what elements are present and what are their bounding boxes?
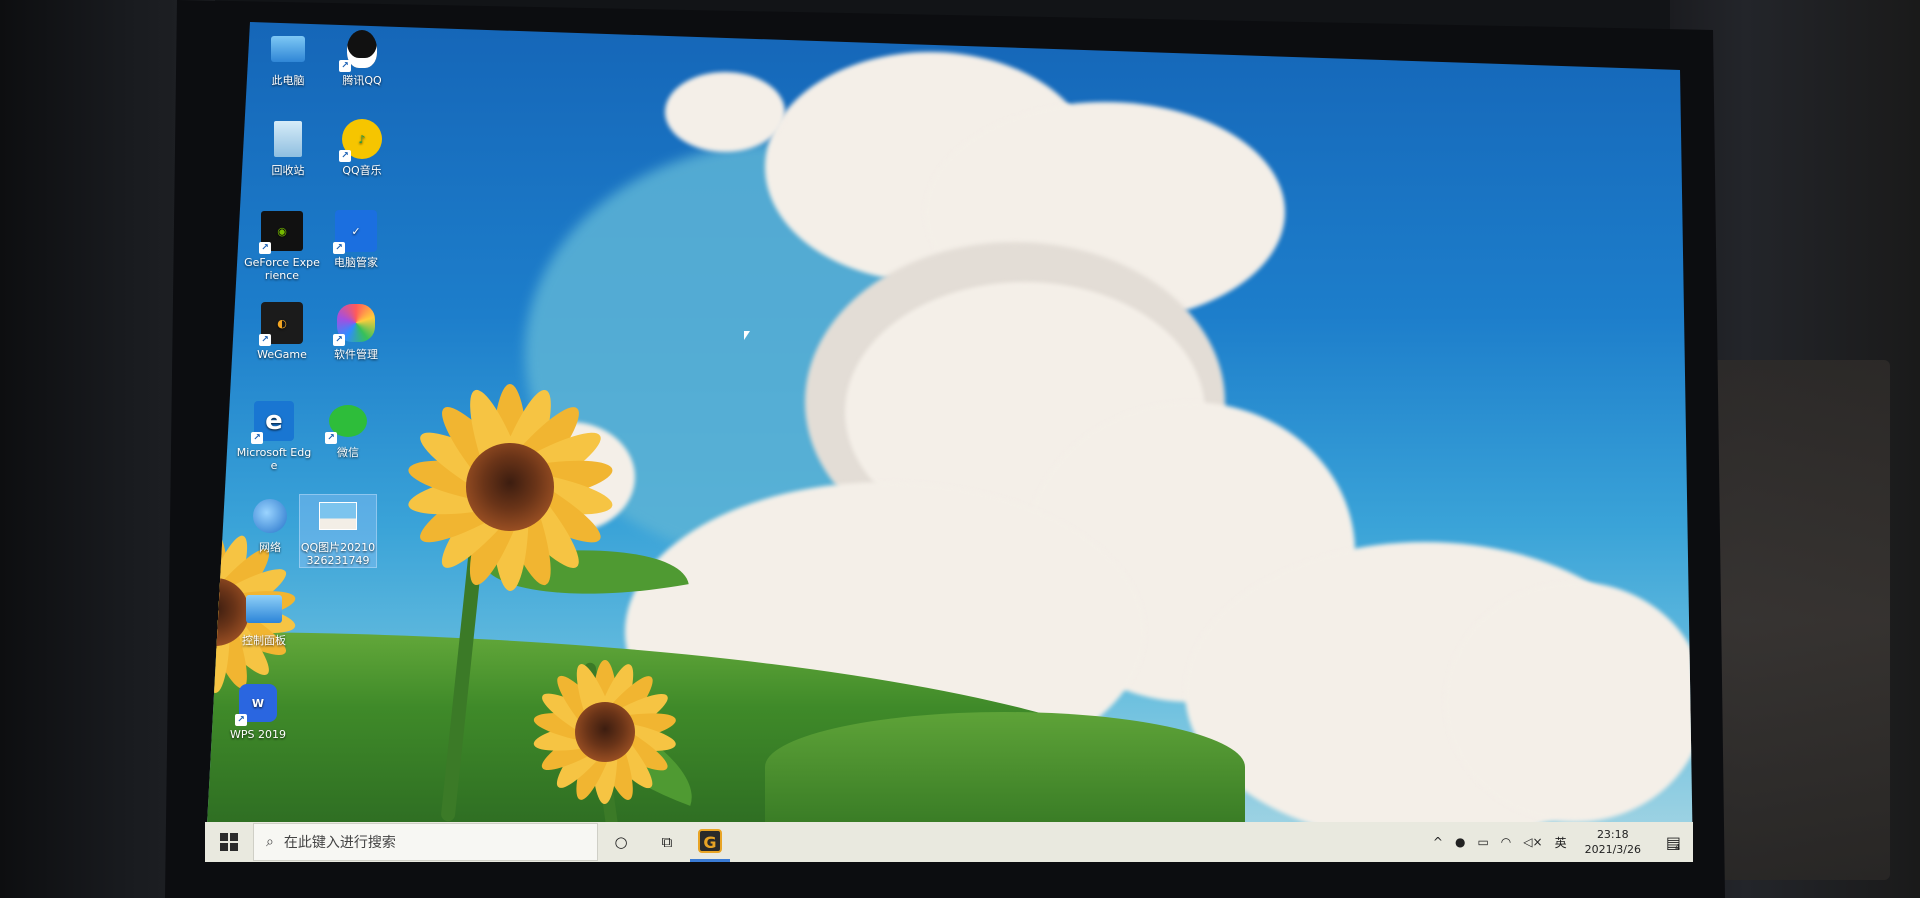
- desktop-icon-label: 电脑管家: [334, 256, 378, 269]
- taskbar-wrapper: ⌕ 在此键入进行搜索 ○ ⧉ G ^ ● ▭ ◠ ◁× 英 23:18 2021…: [205, 822, 1693, 862]
- desktop-icon-label: 微信: [337, 446, 359, 459]
- desktop-icon[interactable]: ◉ ↗ GeForce Experience: [244, 210, 320, 282]
- desktop-icon[interactable]: 网络: [232, 495, 308, 554]
- shortcut-arrow-icon: ↗: [339, 150, 351, 162]
- shortcut-arrow-icon: ↗: [333, 334, 345, 346]
- network-globe-icon-shape: [253, 499, 287, 533]
- desktop-icon[interactable]: e ↗ Microsoft Edge: [236, 400, 312, 472]
- windows-logo-icon: [220, 833, 238, 851]
- desktop-icon-label: WeGame: [257, 348, 307, 361]
- shield-icon: ✓ ↗: [333, 210, 377, 254]
- mouse-cursor: [744, 331, 750, 340]
- network-globe-icon: [249, 495, 291, 537]
- desktop-icon[interactable]: ↗ 腾讯QQ: [324, 28, 400, 87]
- qq-tray-icon[interactable]: ●: [1449, 835, 1471, 849]
- control-panel-icon-shape: [246, 595, 282, 623]
- wegame-icon: ◐ ↗: [259, 302, 303, 346]
- show-hidden-icons-chevron-icon[interactable]: ^: [1427, 835, 1449, 849]
- shortcut-arrow-icon: ↗: [259, 334, 271, 346]
- desktop-icon-label: GeForce Experience: [244, 256, 320, 282]
- qq-penguin-icon-shape: [347, 30, 377, 68]
- shortcut-arrow-icon: ↗: [235, 714, 247, 726]
- desktop-icon[interactable]: 此电脑: [250, 28, 326, 87]
- desktop-icon-label: 控制面板: [242, 634, 286, 647]
- search-placeholder: 在此键入进行搜索: [283, 835, 396, 851]
- volume-muted-icon[interactable]: ◁×: [1517, 835, 1548, 849]
- qq-penguin-icon: ↗: [339, 28, 383, 72]
- desktop-icon[interactable]: ↗ 软件管理: [318, 302, 394, 361]
- software-manager-icon: ↗: [333, 302, 377, 346]
- desktop-screen: [205, 22, 1693, 862]
- search-icon: ⌕: [266, 834, 274, 850]
- cortana-circle-icon: ○: [614, 833, 628, 851]
- taskbar-search-box[interactable]: ⌕ 在此键入进行搜索: [253, 823, 598, 861]
- shortcut-arrow-icon: ↗: [259, 242, 271, 254]
- taskbar-app-g[interactable]: G: [690, 822, 730, 862]
- desktop-icon-label: Microsoft Edge: [236, 446, 312, 472]
- taskbar: ⌕ 在此键入进行搜索 ○ ⧉ G ^ ● ▭ ◠ ◁× 英 23:18 2021…: [205, 822, 1693, 862]
- background-object: [1700, 360, 1890, 880]
- desktop-icon-label: 软件管理: [334, 348, 378, 361]
- task-view-icon: ⧉: [661, 833, 673, 851]
- desktop-icon[interactable]: ◐ ↗ WeGame: [244, 302, 320, 361]
- cortana-button[interactable]: ○: [598, 822, 644, 862]
- battery-icon[interactable]: ▭: [1471, 835, 1494, 849]
- image-file-icon-shape: [319, 502, 357, 530]
- recycle-bin-icon-shape: [274, 121, 302, 157]
- clock-time: 23:18: [1596, 828, 1629, 841]
- clock-date: 2021/3/26: [1584, 843, 1641, 856]
- desktop-icon-label: 网络: [259, 541, 281, 554]
- notification-count: 4: [1675, 842, 1681, 852]
- computer-icon-shape: [271, 36, 305, 62]
- desktop-icon[interactable]: W ↗ WPS 2019: [220, 682, 296, 741]
- desktop-icon[interactable]: QQ图片20210326231749: [299, 494, 377, 568]
- shortcut-arrow-icon: ↗: [325, 432, 337, 444]
- wps-icon: W ↗: [235, 682, 279, 726]
- desktop-icon-label: 腾讯QQ: [342, 74, 382, 87]
- taskbar-clock[interactable]: 23:18 2021/3/26: [1573, 827, 1653, 857]
- desktop-icon[interactable]: 控制面板: [226, 588, 302, 647]
- shortcut-arrow-icon: ↗: [251, 432, 263, 444]
- wallpaper-grass: [765, 712, 1245, 822]
- shortcut-arrow-icon: ↗: [339, 60, 351, 72]
- desktop-icon-label: QQ音乐: [342, 164, 382, 177]
- edge-icon: e ↗: [251, 400, 295, 444]
- nvidia-icon: ◉ ↗: [259, 210, 303, 254]
- desktop-icon-label: 回收站: [271, 164, 305, 177]
- wallpaper-cloud: [1445, 582, 1693, 822]
- input-method-indicator[interactable]: 英: [1549, 834, 1573, 851]
- recycle-bin-icon: [267, 118, 309, 160]
- desktop-icon[interactable]: ♪ ↗ QQ音乐: [324, 118, 400, 177]
- desktop-icon-label: QQ图片20210326231749: [300, 541, 376, 567]
- task-view-button[interactable]: ⧉: [644, 822, 690, 862]
- wifi-icon[interactable]: ◠: [1495, 835, 1517, 849]
- desktop-icon[interactable]: ✓ ↗ 电脑管家: [318, 210, 394, 269]
- wallpaper-cloud: [665, 72, 785, 152]
- sunflower: [395, 372, 625, 602]
- image-file-icon: [317, 495, 359, 537]
- start-button[interactable]: [205, 822, 253, 862]
- desktop-icon-label: 此电脑: [271, 74, 305, 87]
- sunflower-center: [466, 443, 554, 531]
- qq-music-icon: ♪ ↗: [339, 118, 383, 162]
- computer-icon: [267, 28, 309, 70]
- desktop-icon-label: WPS 2019: [230, 728, 286, 741]
- g-app-icon: G: [698, 828, 722, 853]
- wechat-icon: ↗: [325, 400, 369, 444]
- action-center-button[interactable]: ▤ 4: [1653, 833, 1693, 852]
- desktop-icon[interactable]: 回收站: [250, 118, 326, 177]
- system-tray: ^ ● ▭ ◠ ◁× 英 23:18 2021/3/26 ▤ 4: [1427, 822, 1693, 862]
- control-panel-icon: [243, 588, 285, 630]
- sunflower: [525, 652, 685, 812]
- desktop-icon[interactable]: ↗ 微信: [310, 400, 386, 459]
- shortcut-arrow-icon: ↗: [333, 242, 345, 254]
